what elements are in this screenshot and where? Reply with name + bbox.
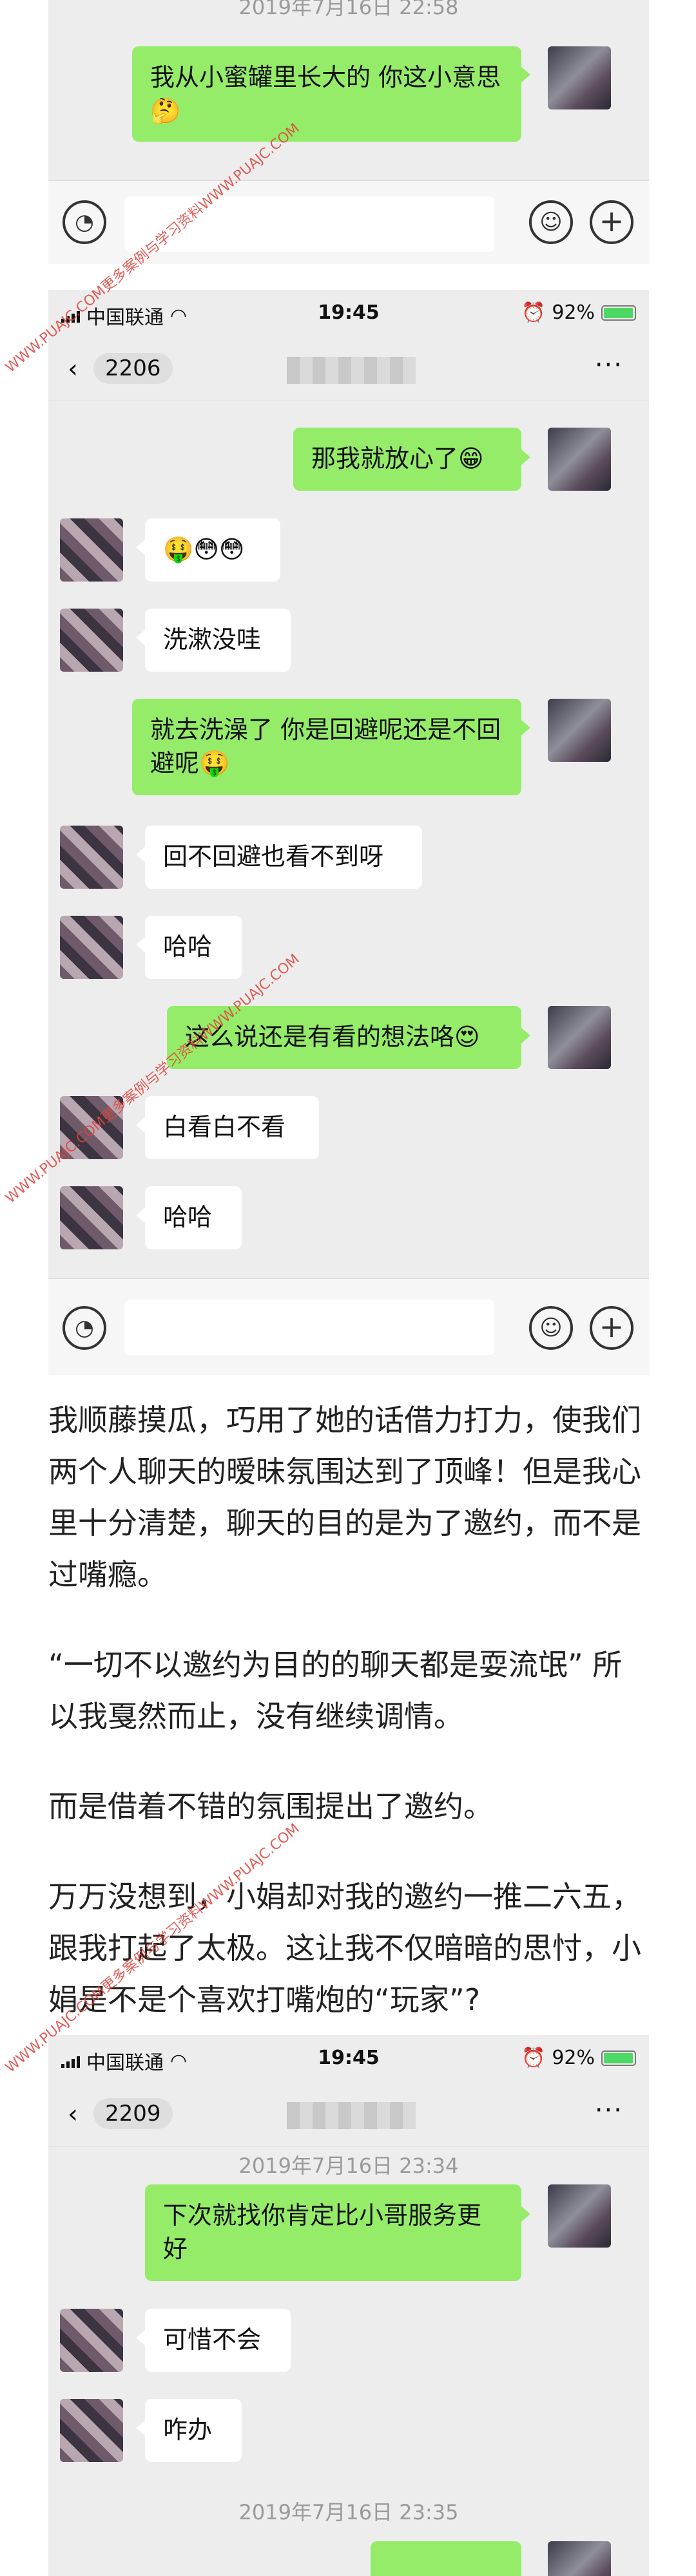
message-bubble-me (371, 2541, 521, 2576)
avatar-other (60, 2399, 123, 2462)
chat-screenshot-3: 中国联通 ◠ 19:45 ⏰ 92% ‹ 2209 ··· 2019年7月16日… (48, 2035, 649, 2576)
message-input[interactable] (124, 1300, 494, 1355)
article-paragraph: 而是借着不错的氛围提出了邀约。 (48, 1789, 493, 1824)
more-icon[interactable]: ··· (595, 350, 623, 380)
avatar-me (548, 2184, 611, 2248)
message-bubble-other: 回不回避也看不到呀 (145, 826, 422, 889)
battery-percent: 92% (552, 301, 595, 324)
unread-count-badge[interactable]: 2209 (93, 2098, 173, 2129)
battery-icon (601, 305, 636, 321)
bubble-tail (521, 67, 530, 82)
message-bubble-other: 白看白不看 (145, 1096, 319, 1159)
message-bubble-other: 哈哈 (145, 1186, 242, 1249)
chat-input-bar: ◔ ☺ + (48, 1278, 649, 1375)
message-bubble-other: 洗漱没哇 (145, 609, 291, 672)
more-icon[interactable]: ··· (595, 2096, 623, 2125)
message-bubble-other: 哈哈 (145, 916, 242, 979)
avatar-other (60, 2309, 123, 2372)
chat-timestamp: 2019年7月16日 23:35 (238, 2500, 459, 2524)
message-bubble-me: 那我就放心了😁 (293, 428, 521, 491)
avatar-other (60, 1186, 123, 1249)
back-chevron-icon[interactable]: ‹ (68, 2099, 78, 2129)
bubble-tail (136, 630, 145, 645)
status-bar: 中国联通 ◠ 19:45 ⏰ 92% (48, 290, 649, 336)
bubble-tail (521, 720, 530, 735)
article-paragraph: 我顺藤摸瓜，巧用了她的话借力打力，使我们两个人聊天的暧昧氛围达到了顶峰！但是我心… (48, 1403, 641, 1592)
bubble-tail (136, 540, 145, 555)
avatar-other (60, 916, 123, 979)
bubble-tail (521, 1028, 530, 1043)
unread-count-badge[interactable]: 2206 (93, 353, 173, 384)
chat-navbar: ‹ 2209 ··· (48, 2081, 649, 2146)
article-body: 我顺藤摸瓜，巧用了她的话借力打力，使我们两个人聊天的暧昧氛围达到了顶峰！但是我心… (48, 1394, 649, 2025)
avatar-me (548, 1006, 611, 1069)
plus-icon[interactable]: + (590, 1306, 633, 1350)
avatar-other (60, 518, 123, 582)
message-bubble-me: 下次就找你肯定比小哥服务更好 (145, 2184, 521, 2281)
bubble-tail (136, 847, 145, 862)
alarm-icon: ⏰ (521, 301, 546, 324)
chat-screenshot-2: 中国联通 ◠ 19:45 ⏰ 92% ‹ 2206 ··· 那我就放心了😁 🤑😳… (48, 290, 649, 1375)
message-bubble-other: 🤑😳😳 (145, 518, 280, 582)
message-bubble-other: 可惜不会 (145, 2309, 291, 2372)
voice-icon[interactable]: ◔ (63, 1306, 106, 1350)
message-bubble-me: 就去洗澡了 你是回避呢还是不回避呢🤑 (132, 699, 521, 795)
message-bubble-me: 我从小蜜罐里长大的 你这小意思 🤔 (132, 46, 521, 142)
article-paragraph: “一切不以邀约为目的的聊天都是耍流氓” 所以我戛然而止，没有继续调情。 (48, 1647, 623, 1734)
contact-name-blurred (287, 2102, 416, 2129)
bubble-tail (136, 1117, 145, 1133)
plus-icon[interactable]: + (590, 200, 633, 244)
chat-navbar: ‹ 2206 ··· (48, 336, 649, 401)
bubble-tail (136, 1208, 145, 1223)
message-bubble-other: 咋办 (145, 2399, 242, 2462)
bubble-tail (521, 450, 530, 465)
status-bar: 中国联通 ◠ 19:45 ⏰ 92% (48, 2035, 649, 2081)
emoji-icon[interactable]: ☺ (529, 200, 573, 244)
avatar-me (548, 2541, 611, 2576)
emoji-icon[interactable]: ☺ (529, 1306, 573, 1350)
bubble-tail (521, 2206, 530, 2222)
chat-timestamp: 2019年7月16日 22:58 (238, 0, 459, 19)
contact-name-blurred (287, 357, 416, 384)
alarm-icon: ⏰ (521, 2047, 546, 2069)
avatar-me (548, 428, 611, 491)
bubble-tail (136, 937, 145, 952)
voice-icon[interactable]: ◔ (63, 200, 106, 244)
bubble-tail (136, 2330, 145, 2345)
avatar-other (60, 609, 123, 672)
avatar-other (60, 826, 123, 889)
avatar-me (548, 699, 611, 762)
battery-percent: 92% (552, 2047, 595, 2069)
chat-timestamp: 2019年7月16日 23:34 (238, 2154, 459, 2178)
back-chevron-icon[interactable]: ‹ (68, 354, 78, 384)
bubble-tail (136, 2420, 145, 2436)
chat-screenshot-1: 2019年7月16日 22:58 我从小蜜罐里长大的 你这小意思 🤔 ◔ ☺ + (48, 0, 649, 264)
avatar-me (548, 46, 611, 109)
battery-icon (601, 2050, 636, 2066)
